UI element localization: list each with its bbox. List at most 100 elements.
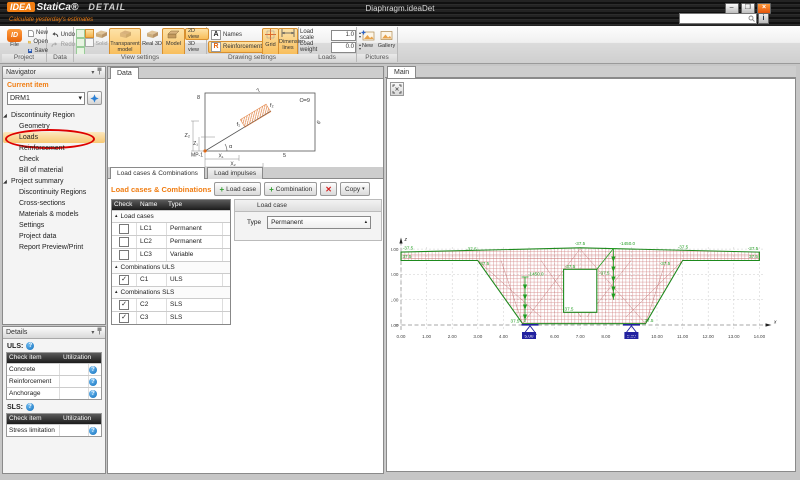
checkbox[interactable]: ✓ xyxy=(119,313,129,323)
title-bar: IDEA StatiCa® DETAIL Calculate yesterday's… xyxy=(0,0,800,27)
uls-help-icon[interactable]: ? xyxy=(26,342,35,350)
tree-item-report-preview-print[interactable]: Report Preview/Print xyxy=(3,242,105,253)
tree-item-loads[interactable]: Loads xyxy=(3,129,105,149)
model-button[interactable]: Model xyxy=(162,28,185,56)
add-load-case-button[interactable]: + Load case xyxy=(214,182,262,196)
transparent-model-button[interactable]: Transparent model xyxy=(109,28,141,56)
current-item-dropdown[interactable]: DRM1 ▾ xyxy=(7,91,85,105)
search-input[interactable] xyxy=(679,13,757,24)
property-group-header: Load case xyxy=(235,200,381,212)
tagline: Calculate yesterday's estimates xyxy=(9,17,94,23)
load-scale-input[interactable]: 1.0 xyxy=(331,29,356,41)
load-case-properties: Load case Type Permanent ▴ xyxy=(234,199,382,241)
group-load-cases[interactable]: ▴ Load cases xyxy=(112,210,230,222)
diaphragm-drawing: z x 0.00 1.00 2.00 3.00 0.00 1.00 2.00 3… xyxy=(391,237,777,339)
tab-main[interactable]: Main xyxy=(387,66,417,78)
view-axo-icon[interactable] xyxy=(76,29,85,38)
table-row-c1[interactable]: ✓ C1 ULS xyxy=(112,273,230,286)
uls-row-reinforcement: Reinforcement? xyxy=(7,375,101,387)
real3d-box-icon xyxy=(146,30,158,38)
tree-item-materials-models[interactable]: Materials & models xyxy=(3,209,105,220)
picture-new-button[interactable]: New xyxy=(358,29,377,55)
reinforcement-help-icon[interactable]: ? xyxy=(89,377,97,386)
tab-load-cases-combinations[interactable]: Load cases & Combinations xyxy=(110,167,205,179)
table-row-c3[interactable]: ✓ C3 SLS xyxy=(112,311,230,324)
anchorage-help-icon[interactable]: ? xyxy=(89,389,97,398)
open-folder-icon xyxy=(28,40,32,44)
z-tick: 3.00 xyxy=(391,247,399,252)
delete-button[interactable]: ✕ xyxy=(320,182,337,196)
reinforcement-toggle[interactable]: R Reinforcement xyxy=(208,41,266,53)
table-row-c2[interactable]: ✓ C2 SLS xyxy=(112,298,230,311)
x-tick: 7.00 xyxy=(576,334,585,339)
x-tick: 14.00 xyxy=(754,334,766,339)
load-label: 37.5 xyxy=(403,254,412,259)
sls-col-check-item: Check item xyxy=(9,415,42,422)
tab-load-impulses[interactable]: Load impulses xyxy=(207,167,264,179)
type-dropdown[interactable]: Permanent ▴ xyxy=(267,216,372,229)
x-tick: 13.00 xyxy=(728,334,740,339)
add-combination-button[interactable]: + Combination xyxy=(264,182,318,196)
x-tick: 8.00 xyxy=(601,334,610,339)
table-row-lc1[interactable]: LC1 Permanent xyxy=(112,222,230,235)
tree-section-project-summary[interactable]: ◢ Project summary xyxy=(3,176,105,187)
copy-button[interactable]: Copy ▾ xyxy=(339,182,370,196)
tree-item-settings[interactable]: Settings xyxy=(3,220,105,231)
sketch-z1: Z₁ xyxy=(193,141,198,147)
group-combinations-sls[interactable]: ▴ Combinations SLS xyxy=(112,286,230,298)
navigator-tree: ◢ Discontinuity Region Geometry Loads Rei… xyxy=(3,110,105,253)
table-row-lc3[interactable]: LC3 Variable xyxy=(112,248,230,261)
tree-item-reinforcement[interactable]: Reinforcement xyxy=(3,143,105,154)
load-label: -37.5 xyxy=(660,261,671,266)
window-title: Diaphragm.ideaDet xyxy=(365,4,435,13)
x-tick: 2.00 xyxy=(448,334,457,339)
navigate-button[interactable] xyxy=(87,91,102,105)
load-label: 37.5 xyxy=(749,254,758,259)
navigator-panel: Navigator ▾ Current item DRM1 ▾ ◢ Disconti… xyxy=(2,66,106,325)
tree-item-check[interactable]: Check xyxy=(3,154,105,165)
support-left xyxy=(521,324,539,336)
tree-item-bill-of-material[interactable]: Bill of material xyxy=(3,165,105,176)
x-tick: 1.00 xyxy=(422,334,431,339)
details-pin-icon[interactable] xyxy=(96,327,103,335)
load-weight-input[interactable]: 0.0 xyxy=(331,41,356,53)
grid-toggle[interactable]: Grid xyxy=(262,28,279,56)
checkbox[interactable]: ✓ xyxy=(119,300,129,310)
tree-item-discontinuity-regions[interactable]: Discontinuity Regions xyxy=(3,187,105,198)
concrete-help-icon[interactable]: ? xyxy=(89,365,97,374)
group-combinations-uls[interactable]: ▴ Combinations ULS xyxy=(112,261,230,273)
dimension-lines-toggle[interactable]: Dimension lines xyxy=(278,28,305,56)
col-name: Name xyxy=(140,201,158,208)
load-label: 37.5 xyxy=(645,318,654,323)
main-panel: Main z x .00 .00 .00 .00 0.00 1.00 2.00 … xyxy=(385,66,796,472)
names-toggle[interactable]: A Names xyxy=(208,29,266,41)
info-button[interactable]: i xyxy=(758,13,769,24)
table-row-lc2[interactable]: LC2 Permanent xyxy=(112,235,230,248)
checkbox[interactable] xyxy=(119,224,129,234)
sls-help-icon[interactable]: ? xyxy=(25,403,34,411)
uls-col-check-item: Check item xyxy=(9,354,42,361)
solid-button[interactable]: Solid xyxy=(93,28,110,56)
view-top-icon[interactable] xyxy=(76,38,85,47)
details-collapse-icon[interactable]: ▾ xyxy=(91,330,94,336)
real-3d-button[interactable]: Real 3D xyxy=(141,28,163,56)
tree-item-project-data[interactable]: Project data xyxy=(3,231,105,242)
checkbox[interactable] xyxy=(119,250,129,260)
checkbox[interactable] xyxy=(119,237,129,247)
tree-section-discontinuity-region[interactable]: ◢ Discontinuity Region xyxy=(3,110,105,121)
sketch-f1: f₁ xyxy=(237,122,241,128)
stress-help-icon[interactable]: ? xyxy=(89,426,97,435)
tree-item-geometry[interactable]: Geometry xyxy=(3,121,105,132)
file-button[interactable]: ID File xyxy=(4,28,25,54)
main-canvas[interactable]: z x 0.00 1.00 2.00 3.00 0.00 1.00 2.00 3… xyxy=(386,78,796,472)
group-label-data: Data xyxy=(47,54,73,62)
picture-gallery-button[interactable]: Gallery xyxy=(376,29,397,55)
zoom-fit-button[interactable] xyxy=(390,82,404,96)
load-label: -37.5 xyxy=(403,246,414,251)
navigator-collapse-icon[interactable]: ▾ xyxy=(91,70,94,76)
load-label: -37.5 xyxy=(748,246,759,251)
tab-data[interactable]: Data xyxy=(110,67,139,79)
navigator-pin-icon[interactable] xyxy=(96,67,103,75)
checkbox[interactable]: ✓ xyxy=(119,275,129,285)
tree-item-cross-sections[interactable]: Cross-sections xyxy=(3,198,105,209)
